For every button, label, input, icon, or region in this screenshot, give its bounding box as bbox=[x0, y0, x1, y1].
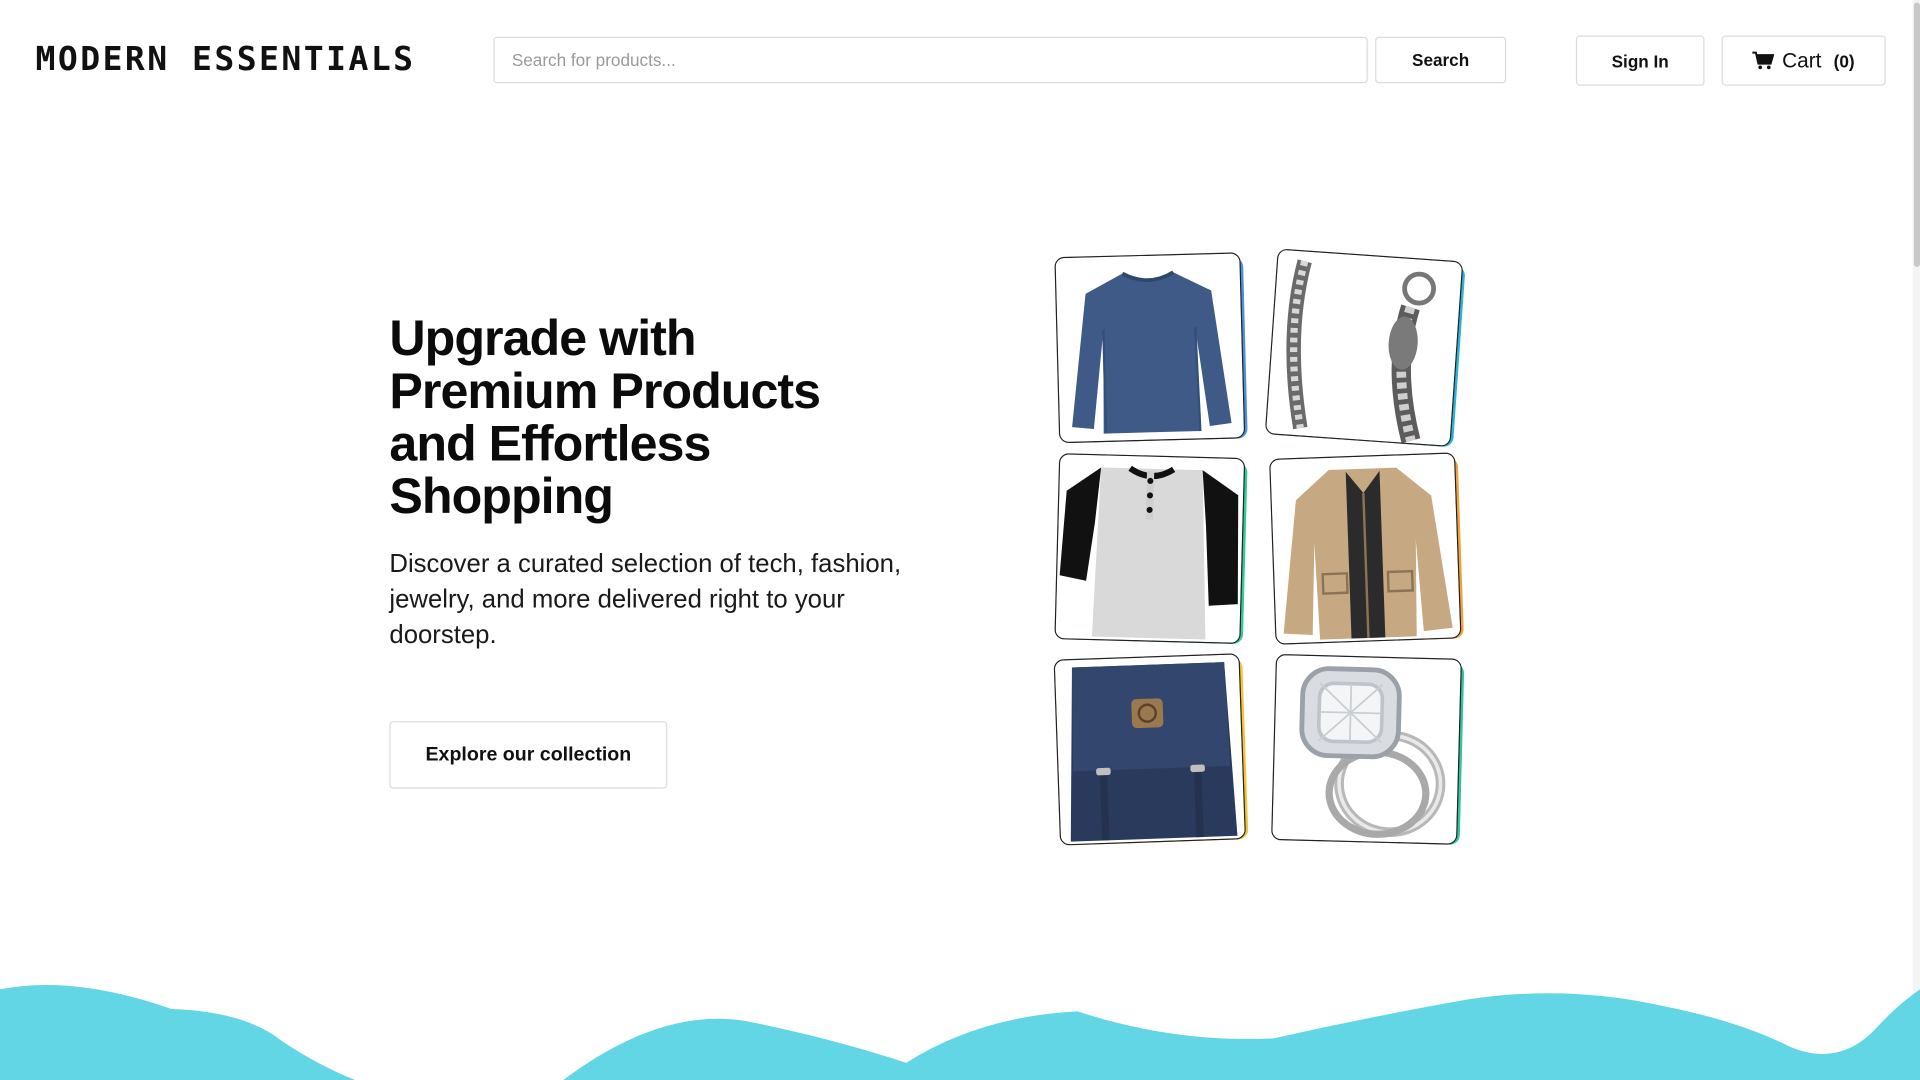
cart-count: (0) bbox=[1833, 50, 1855, 71]
decorative-wave bbox=[0, 984, 1920, 1080]
product-tile-shirt[interactable] bbox=[1054, 252, 1248, 444]
scrollbar-thumb[interactable] bbox=[1913, 2, 1920, 267]
explore-collection-button[interactable]: Explore our collection bbox=[389, 721, 668, 789]
product-tile-backpack[interactable] bbox=[1053, 653, 1249, 846]
site-logo[interactable]: MODERN ESSENTIALS bbox=[36, 40, 416, 78]
product-image-shirt bbox=[1054, 252, 1246, 444]
cart-label: Cart bbox=[1782, 48, 1822, 72]
product-tile-jacket[interactable] bbox=[1269, 452, 1465, 645]
product-image-jacket bbox=[1269, 452, 1462, 645]
product-tile-henley[interactable] bbox=[1054, 453, 1248, 645]
scrollbar[interactable] bbox=[1912, 0, 1920, 1080]
cart-button[interactable]: Cart (0) bbox=[1721, 35, 1886, 86]
hero-title: Upgrade with Premium Products and Effort… bbox=[389, 309, 821, 525]
cart-icon bbox=[1752, 51, 1775, 70]
product-image-henley bbox=[1054, 453, 1246, 645]
search-input[interactable] bbox=[493, 36, 1368, 84]
product-tile-ring[interactable] bbox=[1271, 653, 1465, 845]
product-image-bracelet bbox=[1264, 248, 1464, 448]
product-image-backpack bbox=[1053, 653, 1247, 846]
search-button[interactable]: Search bbox=[1375, 36, 1507, 84]
page: MODERN ESSENTIALS Search Sign In Cart (0… bbox=[0, 0, 1920, 1080]
hero-subtitle: Discover a curated selection of tech, fa… bbox=[389, 549, 902, 649]
sign-in-button[interactable]: Sign In bbox=[1575, 35, 1705, 86]
product-image-ring bbox=[1271, 653, 1462, 845]
product-tile-bracelet[interactable] bbox=[1264, 248, 1466, 448]
